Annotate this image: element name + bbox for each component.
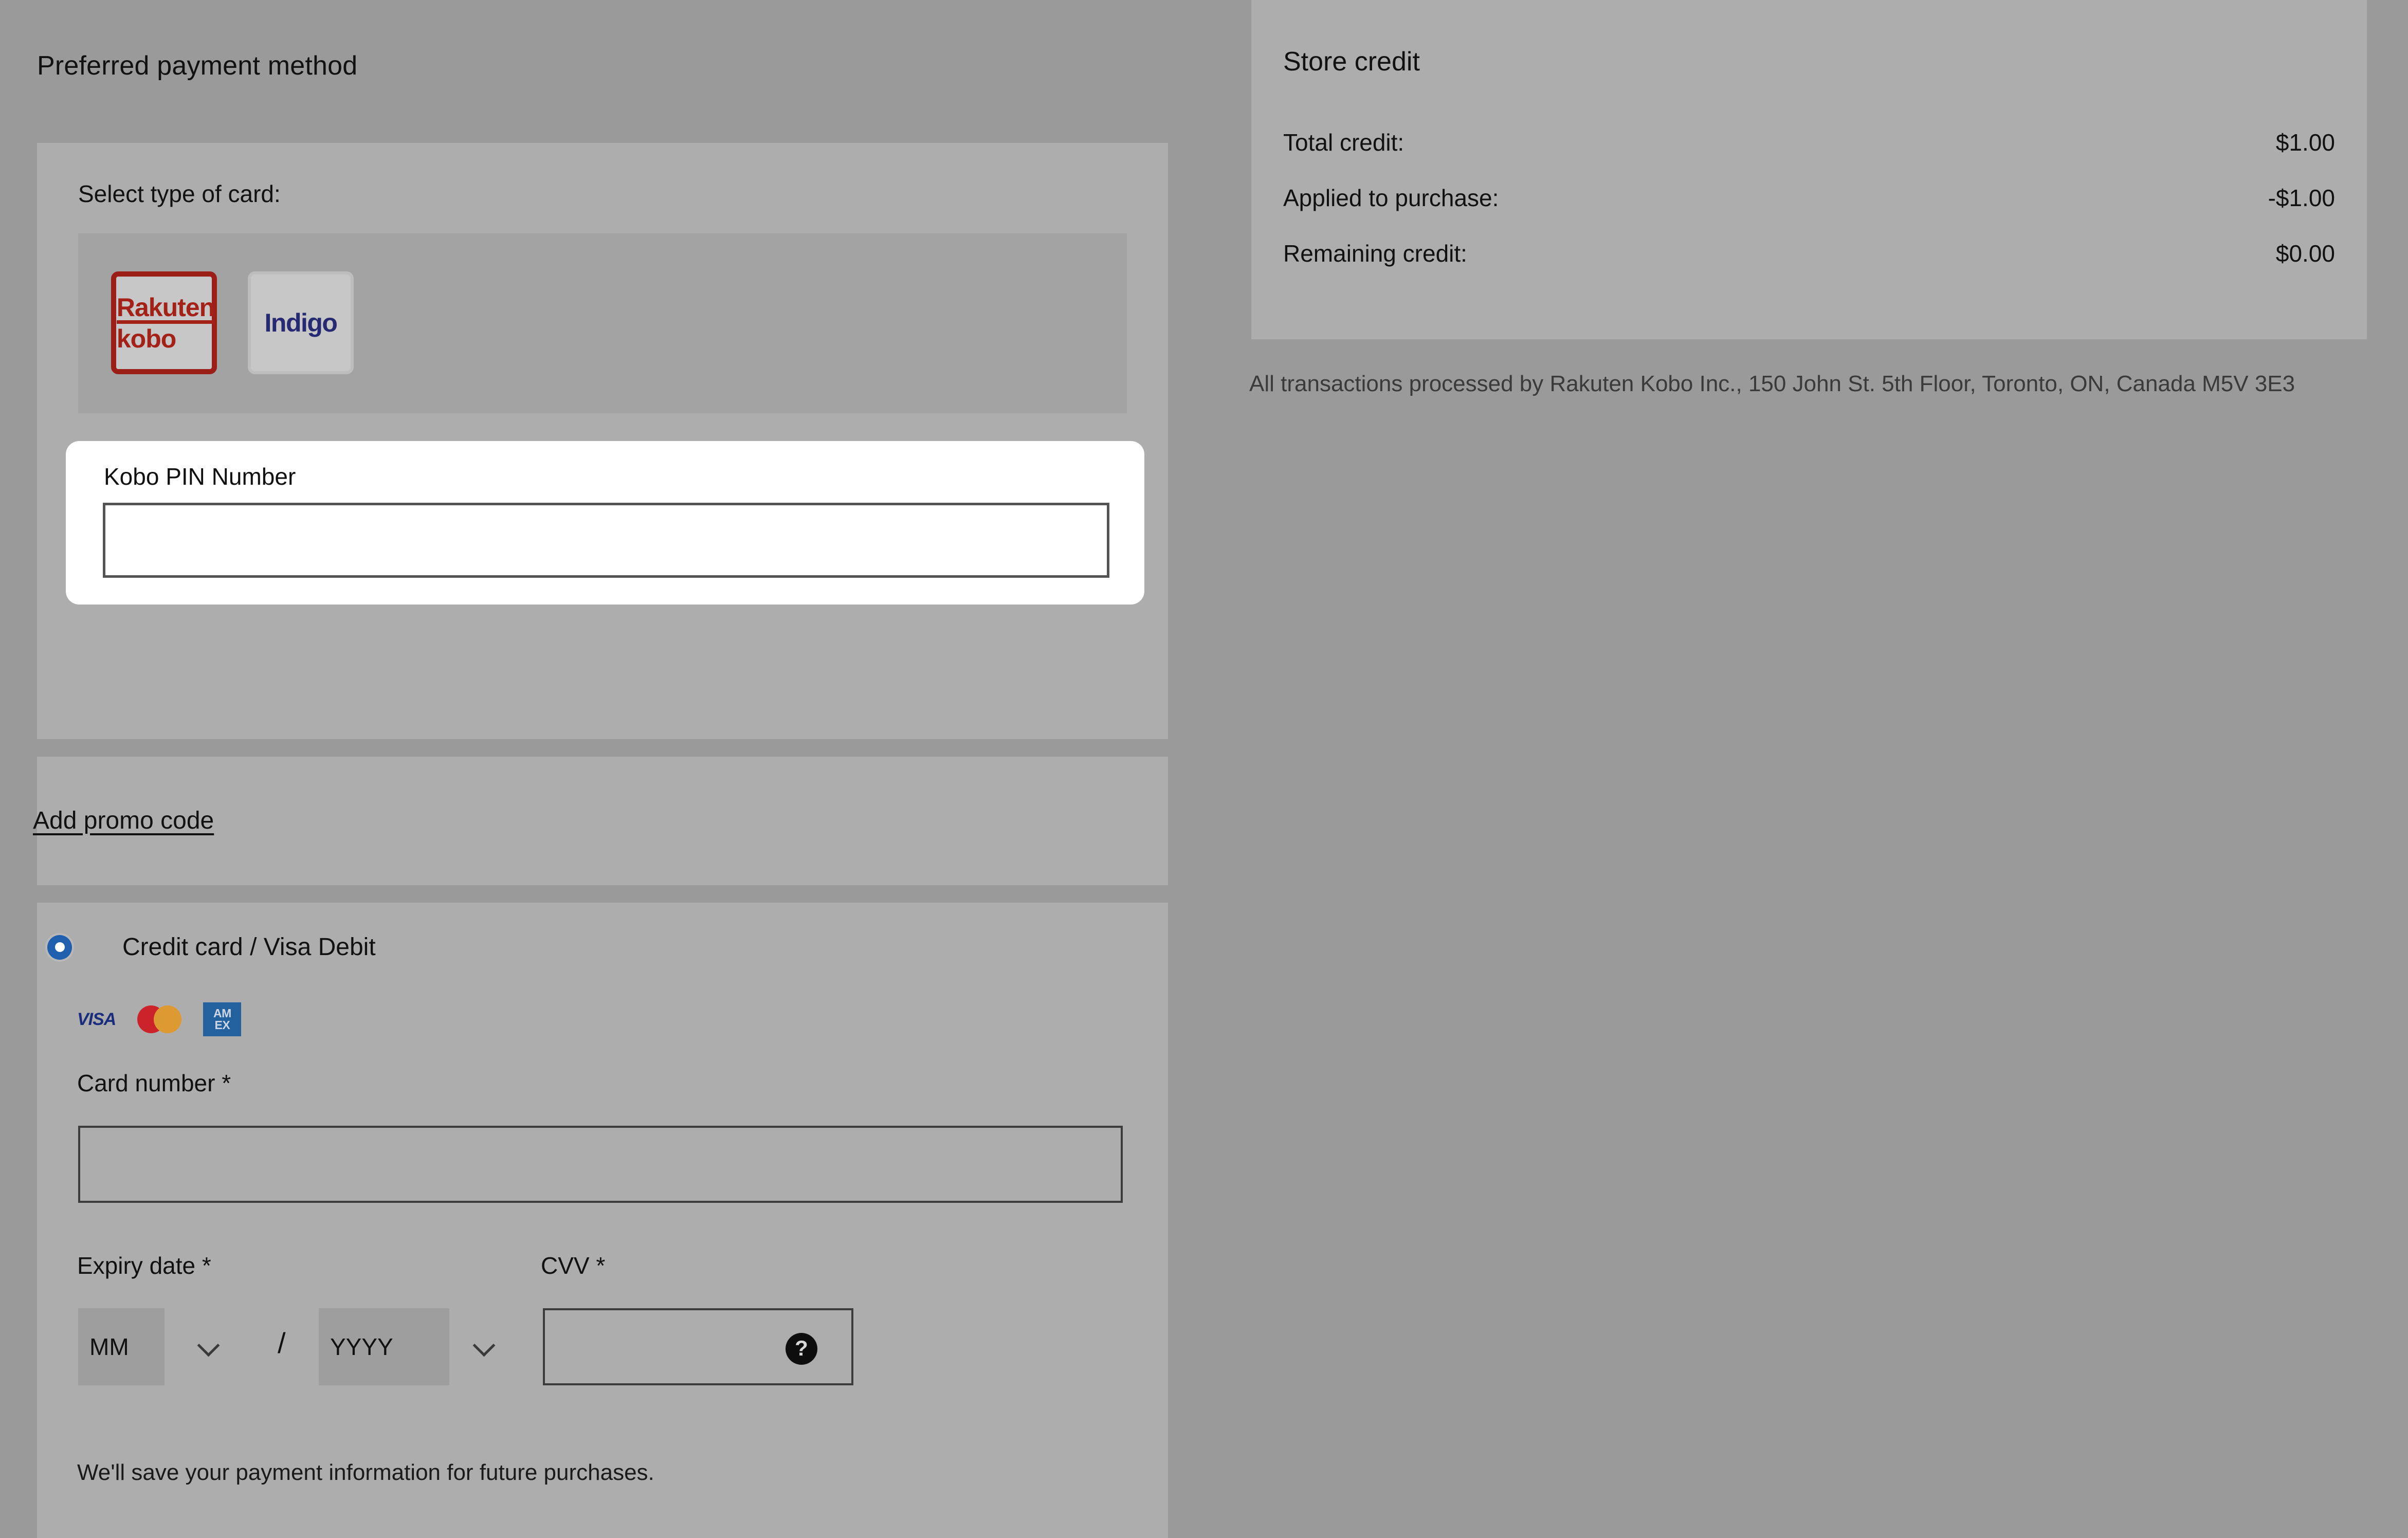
amex-icon-line1: AM (213, 1006, 231, 1020)
amex-icon-line2: EX (214, 1018, 230, 1032)
store-credit-row-value: -$1.00 (2268, 185, 2335, 211)
accepted-cards-row: VISA AM EX (77, 1002, 242, 1036)
save-payment-note: We'll save your payment information for … (77, 1460, 654, 1485)
credit-card-panel (37, 903, 1168, 1538)
rakuten-kobo-logo-line2: kobo (116, 324, 176, 353)
help-icon[interactable]: ? (786, 1333, 817, 1365)
store-credit-row: Total credit: $1.00 (1283, 129, 2335, 156)
credit-card-radio-row[interactable]: Credit card / Visa Debit (47, 933, 376, 961)
store-credit-row: Applied to purchase: -$1.00 (1283, 184, 2335, 212)
select-card-type-label: Select type of card: (78, 180, 281, 207)
pin-field-focus-container: Kobo PIN Number (66, 441, 1144, 605)
payment-method-column: Preferred payment method Select type of … (0, 0, 1168, 1538)
store-credit-row-value: $0.00 (2275, 240, 2335, 267)
pin-input[interactable] (103, 503, 1109, 578)
card-type-option-indigo[interactable]: Indigo (248, 271, 354, 374)
indigo-logo: Indigo (264, 308, 338, 337)
add-promo-code-link[interactable]: Add promo code (33, 807, 214, 835)
store-credit-row-label: Applied to purchase: (1283, 185, 1499, 211)
legal-disclaimer: All transactions processed by Rakuten Ko… (1249, 371, 2295, 396)
visa-icon: VISA (77, 1009, 116, 1029)
expiry-year-select[interactable]: YYYY (319, 1308, 449, 1385)
expiry-month-select[interactable]: MM (78, 1308, 165, 1385)
mastercard-icon (137, 1005, 182, 1033)
rakuten-kobo-logo-line1: Rakuten (116, 295, 215, 324)
cvv-label: CVV * (541, 1252, 606, 1279)
pin-label: Kobo PIN Number (104, 463, 296, 490)
store-credit-title: Store credit (1283, 47, 1420, 77)
card-type-chooser: Rakuten kobo Indigo (78, 233, 1127, 413)
store-credit-row: Remaining credit: $0.00 (1283, 240, 2335, 267)
expiry-separator: / (278, 1327, 286, 1359)
card-number-label: Card number * (77, 1070, 231, 1096)
card-number-input[interactable] (78, 1126, 1123, 1203)
card-type-option-rakuten-kobo[interactable]: Rakuten kobo (111, 271, 217, 374)
rakuten-kobo-logo: Rakuten kobo (114, 295, 215, 353)
radio-selected-icon[interactable] (47, 935, 72, 960)
amex-icon: AM EX (203, 1002, 242, 1036)
store-credit-row-label: Remaining credit: (1283, 240, 1467, 267)
store-credit-row-value: $1.00 (2275, 129, 2335, 156)
gift-card-panel: Select type of card: Rakuten kobo Indigo… (37, 143, 1168, 841)
store-credit-row-label: Total credit: (1283, 129, 1404, 156)
credit-card-radio-label: Credit card / Visa Debit (122, 933, 376, 961)
checkout-payment-page: Preferred payment method Select type of … (0, 0, 2408, 1538)
expiry-date-label: Expiry date * (77, 1252, 211, 1279)
page-title: Preferred payment method (37, 51, 358, 81)
